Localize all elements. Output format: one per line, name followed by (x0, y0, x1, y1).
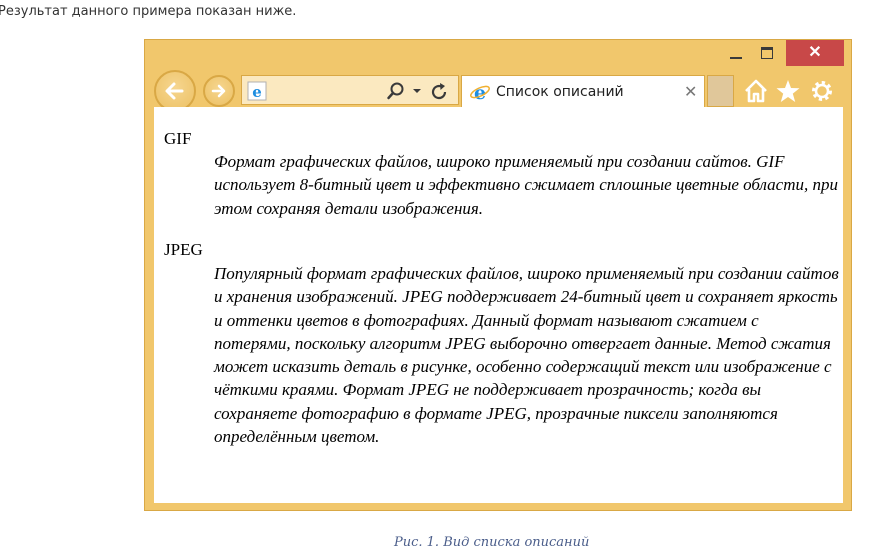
ie-logo-icon: e (470, 82, 490, 102)
minimize-button[interactable] (723, 40, 749, 66)
forward-button[interactable] (203, 75, 235, 107)
definition-description: Формат графических файлов, широко примен… (214, 152, 839, 218)
gear-icon[interactable] (809, 78, 835, 104)
tab-active[interactable]: e Список описаний ✕ (461, 75, 705, 107)
svg-text:e: e (252, 83, 262, 101)
address-bar[interactable]: e (241, 75, 459, 105)
definition-description: Популярный формат графических файлов, ши… (214, 264, 839, 447)
tab-close-button[interactable]: ✕ (684, 82, 697, 101)
maximize-button[interactable] (753, 40, 781, 66)
chevron-down-icon[interactable] (412, 87, 422, 95)
tab-title: Список описаний (496, 84, 624, 100)
definition-term: GIF (164, 129, 192, 148)
new-tab-button[interactable] (707, 75, 734, 107)
arrow-left-icon (165, 82, 184, 100)
search-icon[interactable] (386, 81, 406, 101)
figure-caption: Рис. 1. Вид списка описаний (394, 535, 590, 550)
close-window-button[interactable]: ✕ (786, 40, 844, 66)
intro-text: Результат данного примера показан ниже. (0, 4, 297, 19)
arrow-right-icon (211, 84, 226, 98)
svg-text:e: e (474, 82, 486, 102)
definition-term: JPEG (164, 240, 203, 259)
home-icon[interactable] (743, 78, 769, 104)
ie-logo-icon: e (247, 81, 267, 101)
back-button[interactable] (154, 70, 196, 112)
browser-window: ✕ e e Список описаний ✕ GIF Формат графи… (144, 39, 852, 511)
page-content: GIF Формат графических файлов, широко пр… (154, 107, 843, 503)
star-icon[interactable] (775, 78, 801, 104)
refresh-icon[interactable] (428, 81, 450, 103)
